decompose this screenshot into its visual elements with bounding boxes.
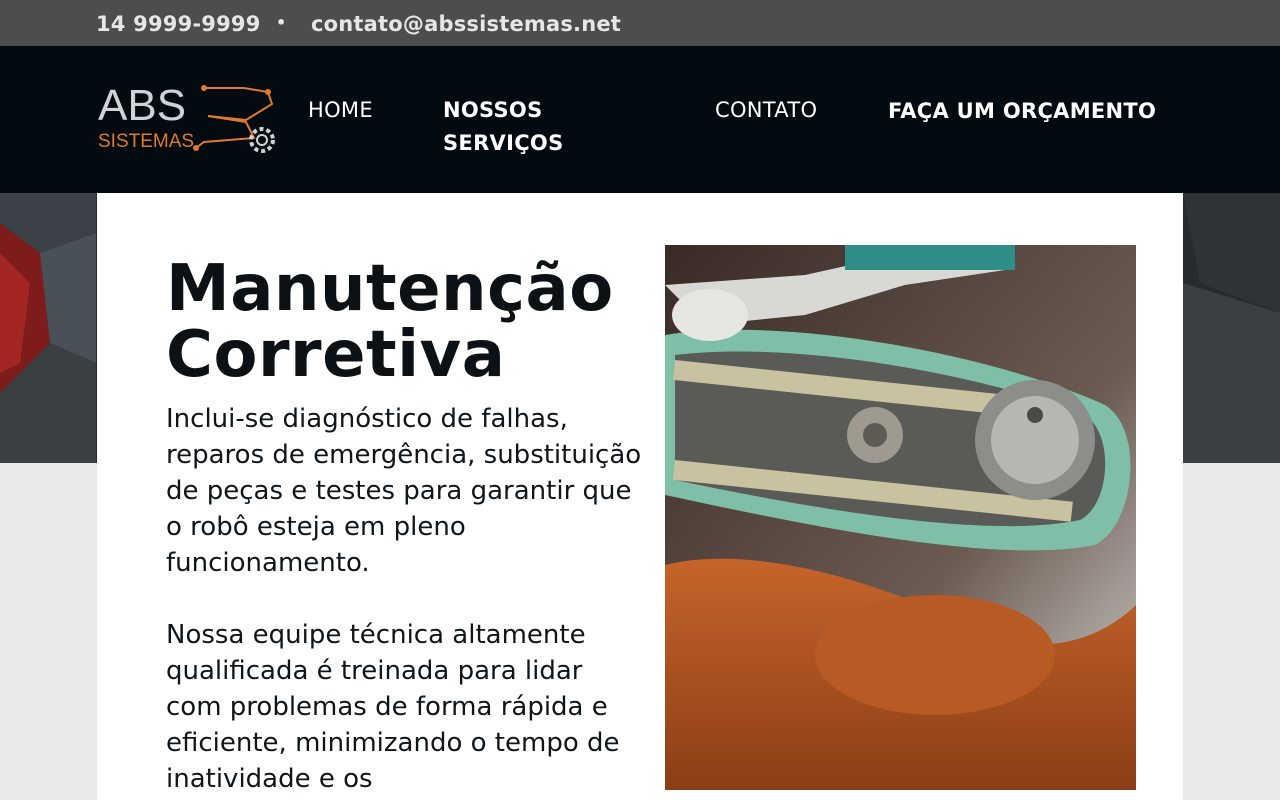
robot-maintenance-photo <box>665 245 1136 790</box>
nav-contato[interactable]: CONTATO <box>715 94 817 127</box>
nav-orcamento[interactable]: FAÇA UM ORÇAMENTO <box>888 95 1156 128</box>
logo-graphic: ABS SISTEMAS <box>98 81 275 153</box>
separator-dot: • <box>276 13 287 32</box>
email-link[interactable]: contato@abssistemas.net <box>311 12 621 36</box>
logo-text-top: ABS <box>98 81 186 130</box>
phone-number[interactable]: 14 9999-9999 <box>96 12 261 36</box>
main-navbar: ABS SISTEMAS HOME NOSSOS SERVIÇOS CONTAT… <box>0 46 1280 193</box>
description-paragraph-2: Nossa equipe técnica altamente qualifica… <box>166 620 620 794</box>
nav-servicos-line2: SERVIÇOS <box>443 131 564 155</box>
description-paragraph-1: Inclui-se diagnóstico de falhas, reparos… <box>166 404 642 578</box>
logo-text-bottom: SISTEMAS <box>98 131 194 152</box>
nav-home[interactable]: HOME <box>308 94 373 127</box>
nav-servicos-line1: NOSSOS <box>443 98 543 122</box>
nav-servicos[interactable]: NOSSOS SERVIÇOS <box>443 94 623 160</box>
top-contact-bar: 14 9999-9999 • contato@abssistemas.net <box>0 0 1280 46</box>
page-title: Manutenção Corretiva <box>166 256 614 388</box>
photo-illustration <box>665 245 1136 790</box>
title-line-2: Corretiva <box>166 318 506 392</box>
abs-sistemas-logo[interactable]: ABS SISTEMAS <box>96 70 286 160</box>
title-line-1: Manutenção <box>166 252 614 326</box>
